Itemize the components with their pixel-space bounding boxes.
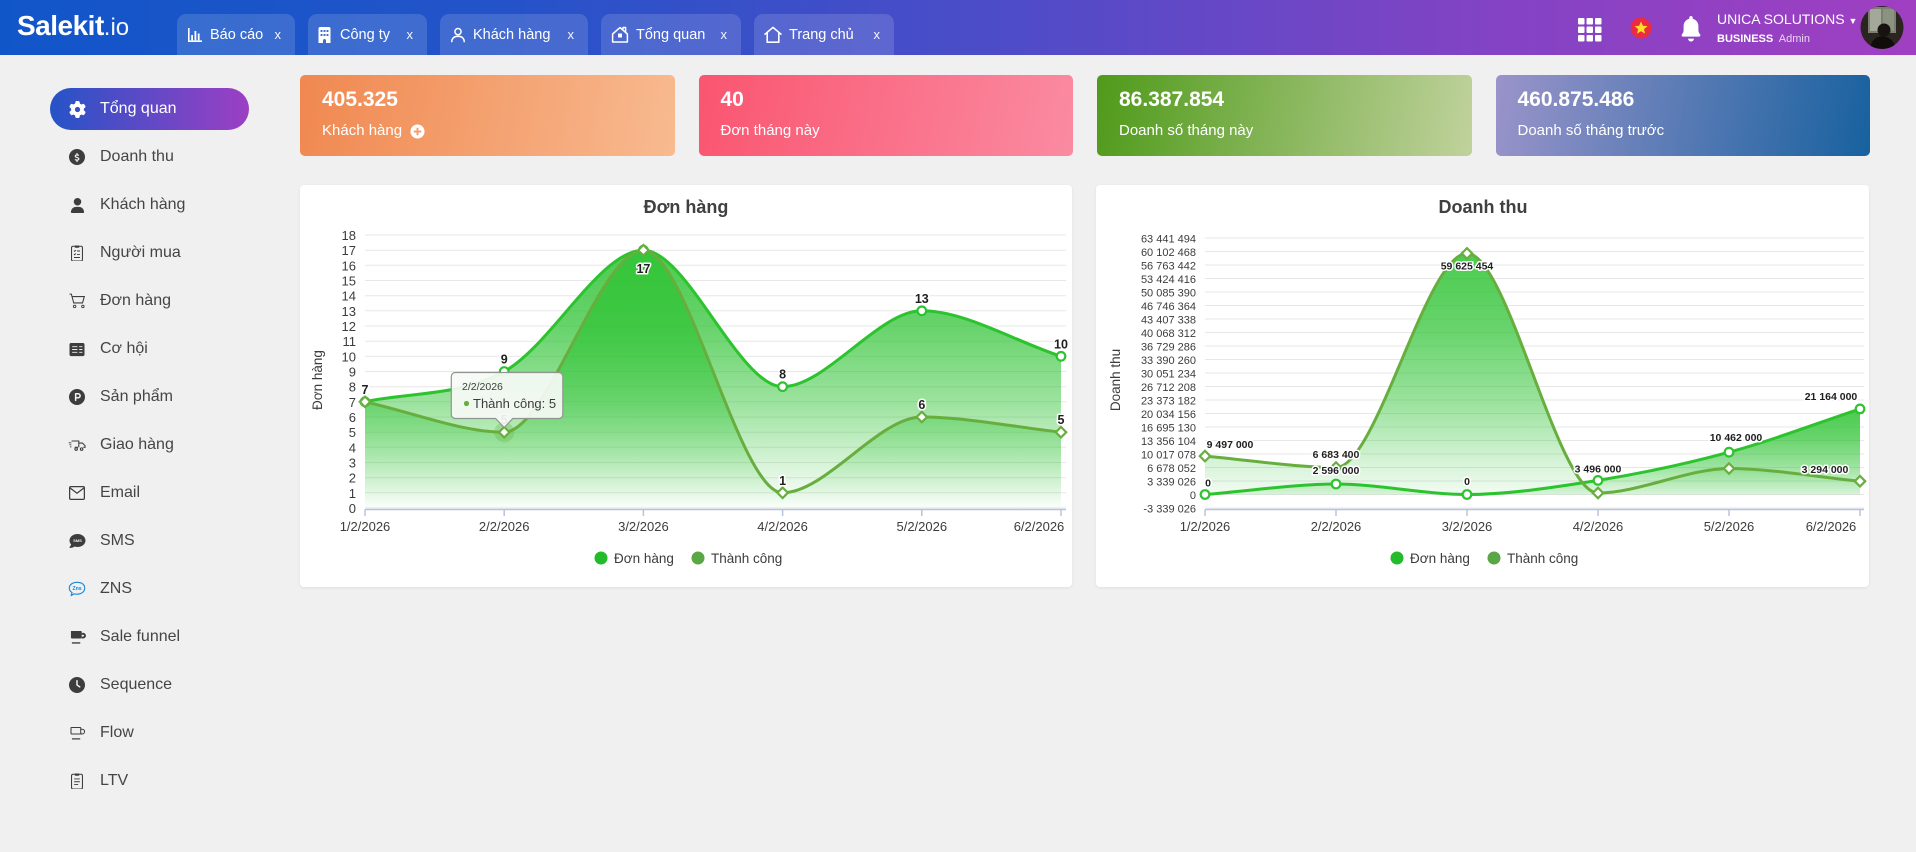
svg-text:21 164 000: 21 164 000 — [1805, 391, 1858, 403]
svg-text:16 695 130: 16 695 130 — [1141, 423, 1196, 435]
svg-text:6 678 052: 6 678 052 — [1147, 463, 1196, 475]
svg-text:6/2/2026: 6/2/2026 — [1806, 519, 1857, 534]
svg-text:11: 11 — [343, 334, 357, 349]
svg-text:2/2/2026: 2/2/2026 — [1311, 519, 1362, 534]
svg-text:3 294 000: 3 294 000 — [1802, 464, 1849, 476]
svg-text:Thành công: Thành công — [711, 551, 782, 566]
svg-text:Đơn hàng: Đơn hàng — [644, 197, 729, 217]
svg-text:-3 339 026: -3 339 026 — [1143, 504, 1196, 516]
svg-text:30 051 234: 30 051 234 — [1141, 369, 1196, 381]
svg-text:50 085 390: 50 085 390 — [1141, 288, 1196, 300]
svg-text:0: 0 — [1464, 476, 1470, 488]
svg-text:9 497 000: 9 497 000 — [1207, 439, 1254, 451]
svg-text:5: 5 — [349, 425, 356, 440]
svg-text:10: 10 — [342, 349, 356, 364]
svg-text:6 683 400: 6 683 400 — [1313, 449, 1360, 461]
svg-text:53 424 416: 53 424 416 — [1141, 274, 1196, 286]
svg-text:SMS: SMS — [73, 538, 82, 543]
svg-text:5: 5 — [1058, 413, 1065, 427]
svg-text:2/2/2026: 2/2/2026 — [479, 519, 530, 534]
svg-text:3: 3 — [349, 456, 356, 471]
svg-text:Doanh thu: Doanh thu — [1108, 349, 1123, 411]
svg-text:33 390 260: 33 390 260 — [1141, 355, 1196, 367]
svg-text:9: 9 — [349, 365, 356, 380]
svg-text:2/2/2026: 2/2/2026 — [462, 381, 503, 393]
svg-text:5/2/2026: 5/2/2026 — [896, 519, 947, 534]
svg-text:Đơn hàng: Đơn hàng — [1410, 551, 1470, 566]
svg-text:13: 13 — [342, 304, 356, 319]
svg-text:23 373 182: 23 373 182 — [1141, 396, 1196, 408]
svg-text:8: 8 — [779, 368, 786, 382]
svg-text:2: 2 — [349, 471, 356, 486]
svg-text:0: 0 — [1190, 490, 1196, 502]
svg-text:10: 10 — [1054, 337, 1068, 351]
svg-text:3 496 000: 3 496 000 — [1575, 463, 1622, 475]
svg-text:6/2/2026: 6/2/2026 — [1014, 519, 1065, 534]
svg-text:13: 13 — [915, 292, 929, 306]
svg-text:46 746 364: 46 746 364 — [1141, 301, 1196, 313]
svg-text:4/2/2026: 4/2/2026 — [757, 519, 808, 534]
svg-text:0: 0 — [1205, 478, 1211, 490]
svg-text:40 068 312: 40 068 312 — [1141, 328, 1196, 340]
svg-text:0: 0 — [349, 501, 356, 516]
svg-text:63 441 494: 63 441 494 — [1141, 234, 1196, 246]
svg-text:56 763 442: 56 763 442 — [1141, 261, 1196, 273]
svg-text:1: 1 — [349, 486, 356, 501]
svg-text:Thành công: 5: Thành công: 5 — [473, 396, 556, 411]
svg-text:1: 1 — [779, 474, 786, 488]
svg-text:8: 8 — [349, 380, 356, 395]
svg-text:10 462 000: 10 462 000 — [1710, 432, 1763, 444]
svg-text:4: 4 — [349, 440, 356, 455]
svg-text:13 356 104: 13 356 104 — [1141, 436, 1196, 448]
svg-text:3/2/2026: 3/2/2026 — [1442, 519, 1493, 534]
svg-text:26 712 208: 26 712 208 — [1141, 382, 1196, 394]
svg-text:6: 6 — [918, 398, 925, 412]
svg-text:Doanh thu: Doanh thu — [1439, 197, 1528, 217]
svg-text:16: 16 — [342, 258, 356, 273]
svg-text:10 017 078: 10 017 078 — [1141, 450, 1196, 462]
svg-text:Đơn hàng: Đơn hàng — [310, 350, 325, 410]
svg-text:18: 18 — [342, 228, 356, 243]
svg-text:9: 9 — [501, 353, 508, 367]
svg-text:17: 17 — [342, 243, 356, 258]
svg-text:14: 14 — [342, 289, 356, 304]
svg-text:20 034 156: 20 034 156 — [1141, 409, 1196, 421]
svg-text:15: 15 — [342, 274, 356, 289]
svg-text:1/2/2026: 1/2/2026 — [1180, 519, 1231, 534]
svg-text:3 339 026: 3 339 026 — [1147, 477, 1196, 489]
svg-text:1/2/2026: 1/2/2026 — [340, 519, 391, 534]
svg-text:Zns: Zns — [72, 586, 81, 592]
svg-text:12: 12 — [342, 319, 356, 334]
svg-text:2 596 000: 2 596 000 — [1313, 465, 1360, 477]
svg-text:Thành công: Thành công — [1507, 551, 1578, 566]
svg-text:Đơn hàng: Đơn hàng — [614, 551, 674, 566]
svg-text:43 407 338: 43 407 338 — [1141, 315, 1196, 327]
svg-text:7: 7 — [362, 383, 369, 397]
svg-text:17: 17 — [636, 262, 650, 276]
svg-text:36 729 286: 36 729 286 — [1141, 342, 1196, 354]
svg-text:60 102 468: 60 102 468 — [1141, 247, 1196, 259]
svg-text:5/2/2026: 5/2/2026 — [1704, 519, 1755, 534]
svg-text:7: 7 — [349, 395, 356, 410]
svg-text:4/2/2026: 4/2/2026 — [1573, 519, 1624, 534]
svg-text:3/2/2026: 3/2/2026 — [618, 519, 669, 534]
svg-text:6: 6 — [349, 410, 356, 425]
svg-text:59 625 454: 59 625 454 — [1441, 260, 1494, 272]
